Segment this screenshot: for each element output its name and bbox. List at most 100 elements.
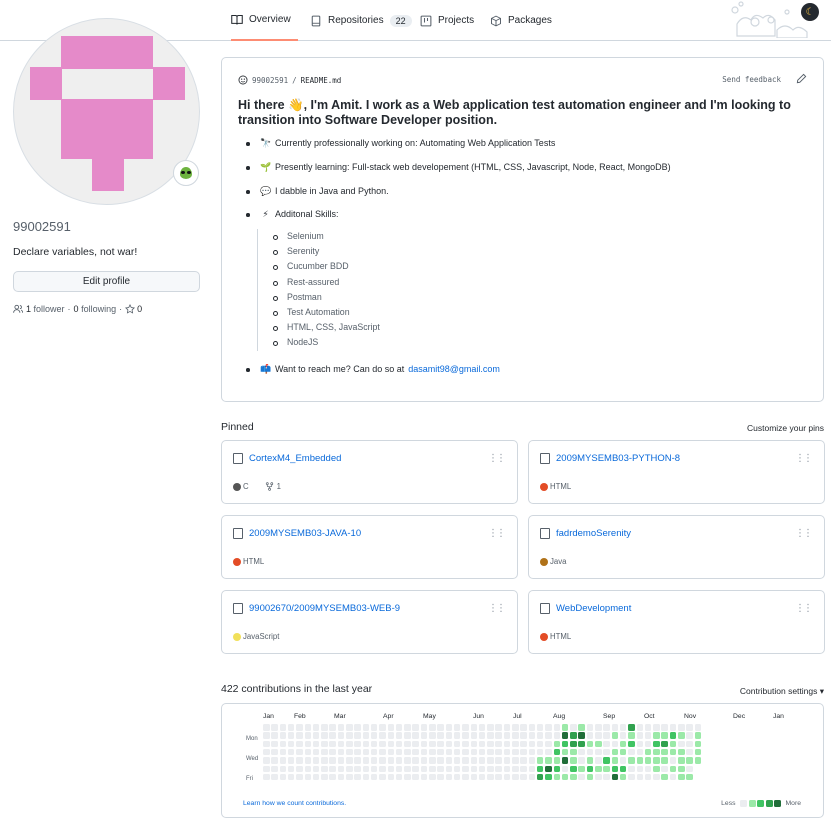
contribution-day-cell[interactable] <box>370 732 378 739</box>
contribution-day-cell[interactable] <box>429 773 436 781</box>
contribution-day-cell[interactable] <box>379 765 386 772</box>
contribution-day-cell[interactable] <box>453 765 461 772</box>
contribution-day-cell[interactable] <box>603 740 610 748</box>
contribution-day-cell[interactable] <box>287 724 295 731</box>
contribution-day-cell[interactable] <box>271 773 278 781</box>
contribution-day-cell[interactable] <box>653 765 660 772</box>
contribution-day-cell[interactable] <box>561 773 569 781</box>
contribution-day-cell[interactable] <box>370 740 378 748</box>
contribution-day-cell[interactable] <box>653 724 660 731</box>
contribution-day-cell[interactable] <box>470 757 477 764</box>
contribution-day-cell[interactable] <box>603 732 610 739</box>
contribution-day-cell[interactable] <box>669 732 677 739</box>
contribution-day-cell[interactable] <box>263 748 270 756</box>
contribution-day-cell[interactable] <box>370 773 378 781</box>
contribution-day-cell[interactable] <box>370 765 378 772</box>
contribution-day-cell[interactable] <box>487 732 494 739</box>
contribution-day-cell[interactable] <box>337 757 345 764</box>
contribution-day-cell[interactable] <box>611 732 619 739</box>
contribution-day-cell[interactable] <box>487 773 494 781</box>
contribution-day-cell[interactable] <box>478 765 486 772</box>
contribution-day-cell[interactable] <box>296 748 303 756</box>
contribution-day-cell[interactable] <box>470 740 477 748</box>
contribution-day-cell[interactable] <box>304 748 311 756</box>
repo-name-link[interactable]: CortexM4_Embedded <box>249 453 341 464</box>
contribution-day-cell[interactable] <box>445 748 453 756</box>
contribution-day-cell[interactable] <box>661 765 668 772</box>
contribution-day-cell[interactable] <box>412 757 419 764</box>
contribution-day-cell[interactable] <box>404 748 411 756</box>
contribution-day-cell[interactable] <box>263 773 270 781</box>
contribution-day-cell[interactable] <box>686 724 693 731</box>
contribution-day-cell[interactable] <box>661 757 668 764</box>
contribution-day-cell[interactable] <box>570 740 577 748</box>
contribution-day-cell[interactable] <box>669 740 677 748</box>
contribution-day-cell[interactable] <box>661 724 668 731</box>
contribution-day-cell[interactable] <box>387 740 394 748</box>
contribution-day-cell[interactable] <box>595 740 602 748</box>
contribution-day-cell[interactable] <box>619 740 627 748</box>
contribution-day-cell[interactable] <box>644 748 652 756</box>
contribution-day-cell[interactable] <box>603 765 610 772</box>
contribution-day-cell[interactable] <box>337 765 345 772</box>
contribution-day-cell[interactable] <box>603 724 610 731</box>
contribution-day-cell[interactable] <box>437 748 444 756</box>
contribution-day-cell[interactable] <box>312 773 320 781</box>
contribution-day-cell[interactable] <box>362 724 370 731</box>
contribution-day-cell[interactable] <box>362 773 370 781</box>
contribution-day-cell[interactable] <box>653 757 660 764</box>
contribution-day-cell[interactable] <box>512 732 519 739</box>
contribution-day-cell[interactable] <box>495 748 502 756</box>
contribution-day-cell[interactable] <box>528 740 536 748</box>
contribution-day-cell[interactable] <box>346 757 353 764</box>
contribution-day-cell[interactable] <box>296 773 303 781</box>
contribution-day-cell[interactable] <box>595 748 602 756</box>
contribution-day-cell[interactable] <box>545 724 552 731</box>
contribution-day-cell[interactable] <box>462 732 469 739</box>
following-link[interactable]: 0 following <box>74 304 117 314</box>
contribution-day-cell[interactable] <box>661 732 668 739</box>
contribution-day-cell[interactable] <box>536 732 544 739</box>
contribution-day-cell[interactable] <box>395 724 403 731</box>
contribution-day-cell[interactable] <box>321 740 328 748</box>
contribution-day-cell[interactable] <box>686 740 693 748</box>
contribution-day-cell[interactable] <box>429 724 436 731</box>
contribution-day-cell[interactable] <box>561 724 569 731</box>
contribution-day-cell[interactable] <box>553 748 560 756</box>
contribution-day-cell[interactable] <box>329 757 336 764</box>
contribution-day-cell[interactable] <box>429 748 436 756</box>
contribution-day-cell[interactable] <box>379 757 386 764</box>
contribution-day-cell[interactable] <box>512 765 519 772</box>
contribution-day-cell[interactable] <box>644 773 652 781</box>
contribution-day-cell[interactable] <box>619 757 627 764</box>
contribution-day-cell[interactable] <box>553 757 560 764</box>
contribution-day-cell[interactable] <box>271 724 278 731</box>
contribution-day-cell[interactable] <box>636 748 643 756</box>
contribution-day-cell[interactable] <box>686 732 693 739</box>
contribution-day-cell[interactable] <box>528 773 536 781</box>
contribution-day-cell[interactable] <box>586 724 594 731</box>
contribution-day-cell[interactable] <box>462 748 469 756</box>
contribution-day-cell[interactable] <box>586 773 594 781</box>
contribution-day-cell[interactable] <box>296 765 303 772</box>
contribution-day-cell[interactable] <box>321 748 328 756</box>
contribution-day-cell[interactable] <box>337 773 345 781</box>
contribution-day-cell[interactable] <box>346 740 353 748</box>
contribution-day-cell[interactable] <box>279 773 287 781</box>
contribution-day-cell[interactable] <box>653 732 660 739</box>
contribution-day-cell[interactable] <box>487 765 494 772</box>
contribution-day-cell[interactable] <box>578 773 585 781</box>
pencil-icon[interactable] <box>796 73 807 87</box>
send-feedback-link[interactable]: Send feedback <box>722 75 781 84</box>
contribution-day-cell[interactable] <box>420 740 428 748</box>
contribution-day-cell[interactable] <box>586 765 594 772</box>
contribution-day-cell[interactable] <box>503 773 511 781</box>
contribution-day-cell[interactable] <box>678 757 685 764</box>
contribution-day-cell[interactable] <box>453 732 461 739</box>
contribution-day-cell[interactable] <box>395 732 403 739</box>
contribution-day-cell[interactable] <box>595 757 602 764</box>
contribution-day-cell[interactable] <box>536 740 544 748</box>
contribution-day-cell[interactable] <box>346 765 353 772</box>
contribution-day-cell[interactable] <box>395 757 403 764</box>
contribution-day-cell[interactable] <box>669 724 677 731</box>
